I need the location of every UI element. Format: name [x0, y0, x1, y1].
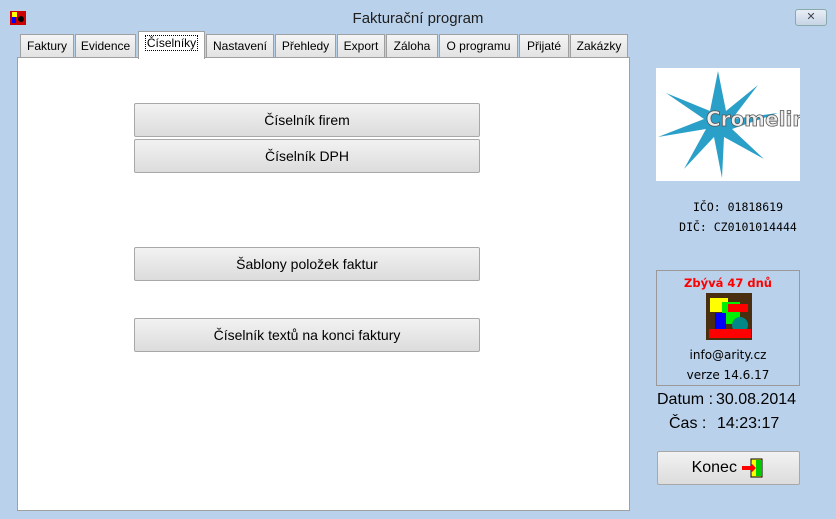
tab-nastaveni[interactable]: Nastavení — [206, 34, 274, 58]
tab-label: O programu — [446, 39, 511, 53]
tab-o-programu[interactable]: O programu — [439, 34, 518, 58]
tab-label: Přijaté — [526, 39, 561, 53]
time-value: 14:23:17 — [717, 415, 780, 432]
tab-label: Evidence — [80, 39, 131, 53]
email-text: info@arity.cz — [689, 348, 767, 362]
tab-evidence[interactable]: Evidence — [75, 34, 136, 58]
tab-prehledy[interactable]: Přehledy — [275, 34, 336, 58]
app-logo-icon — [706, 293, 752, 340]
tab-zaloha[interactable]: Záloha — [386, 34, 438, 58]
logo-text: Cromelin — [706, 107, 800, 131]
date-label: Datum : — [657, 391, 714, 408]
exit-label: Konec — [691, 459, 737, 476]
ciselnik-textu-button[interactable]: Číselník textů na konci faktury — [134, 318, 480, 352]
company-logo: Cromelin — [656, 68, 807, 181]
time-label: Čas : — [669, 415, 707, 432]
window-title: Fakturační program — [352, 10, 484, 27]
date-value: 30.08.2014 — [716, 391, 797, 408]
tab-ciselniky[interactable]: Číselníky — [138, 31, 205, 59]
tab-label: Export — [343, 39, 379, 53]
exit-button[interactable]: Konec — [657, 451, 800, 485]
tab-label: Nastavení — [212, 39, 268, 53]
tab-zakazky[interactable]: Zakázky — [570, 34, 628, 58]
tab-label: Přehledy — [281, 39, 330, 53]
exit-door-icon — [742, 458, 763, 478]
version-text: verze 14.6.17 — [686, 368, 770, 382]
dic-text: DIČ: CZ0101014444 — [679, 220, 797, 234]
sablony-polozek-button[interactable]: Šablony položek faktur — [134, 247, 480, 281]
license-box: Zbývá 47 dnů info@arity.cz verze 14.6.17 — [656, 270, 800, 386]
tab-prijate[interactable]: Přijaté — [519, 34, 569, 58]
close-button[interactable]: ✕ — [795, 9, 827, 26]
ciselnik-dph-button[interactable]: Číselník DPH — [134, 139, 480, 173]
ciselnik-firem-button[interactable]: Číselník firem — [134, 103, 480, 137]
remaining-days: Zbývá 47 dnů — [684, 276, 772, 290]
tab-label: Číselníky — [144, 35, 199, 51]
title-bar: Fakturační program ✕ — [0, 0, 836, 32]
tab-label: Záloha — [393, 39, 431, 53]
tab-export[interactable]: Export — [337, 34, 385, 58]
tab-faktury[interactable]: Faktury — [20, 34, 74, 58]
tab-label: Zakázky — [576, 39, 622, 53]
ico-text: IČO: 01818619 — [692, 200, 783, 214]
tab-label: Faktury — [26, 39, 67, 53]
